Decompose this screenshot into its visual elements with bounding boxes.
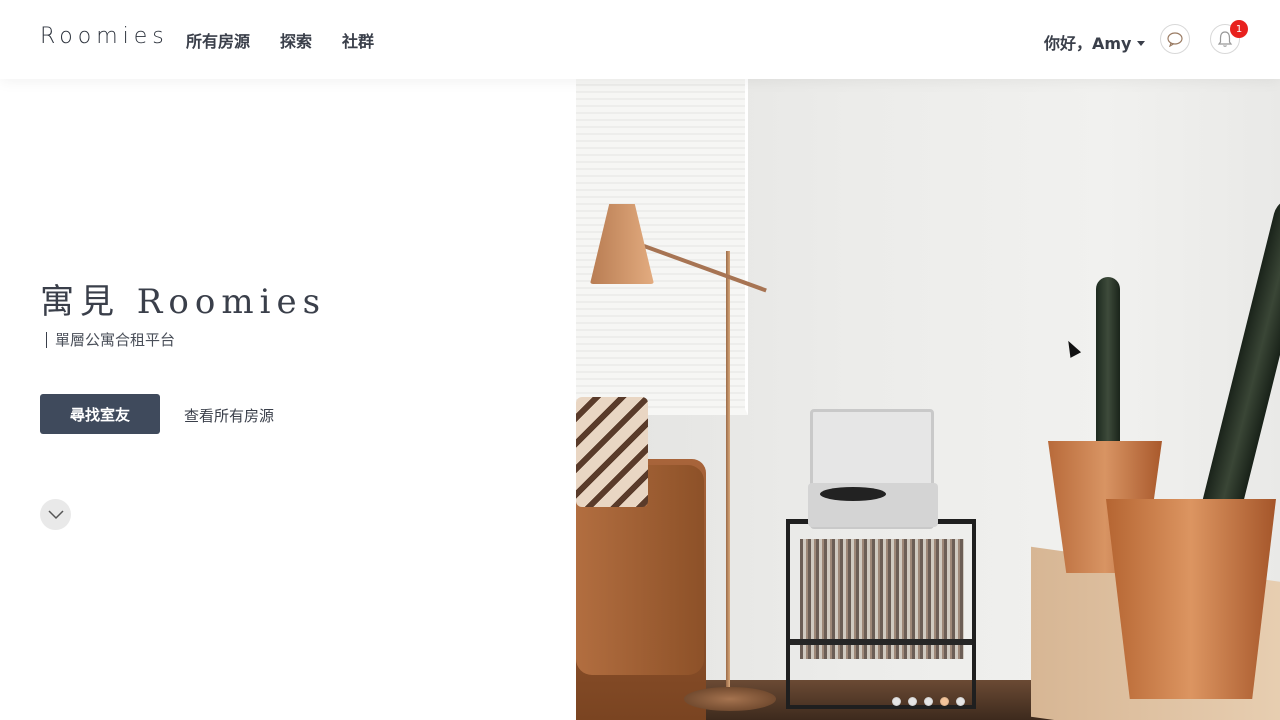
notification-badge: 1	[1230, 20, 1248, 38]
image-pot-large	[1106, 499, 1276, 699]
carousel-indicators	[892, 697, 965, 706]
chat-bubble-icon	[1167, 31, 1183, 47]
messages-button[interactable]	[1160, 24, 1190, 54]
image-lamp-pole	[726, 251, 730, 687]
carousel-dot[interactable]	[956, 697, 965, 706]
carousel-dot[interactable]	[892, 697, 901, 706]
logo[interactable]: Roomies	[40, 24, 169, 49]
carousel-dot[interactable]	[924, 697, 933, 706]
nav-all-listings[interactable]: 所有房源	[186, 28, 250, 52]
view-all-listings-link[interactable]: 查看所有房源	[184, 405, 274, 426]
image-lamp-base	[684, 687, 776, 711]
find-roommate-button[interactable]: 尋找室友	[40, 394, 160, 434]
hero-subtitle-text: 單層公寓合租平台	[55, 331, 176, 349]
image-cart	[786, 519, 976, 709]
carousel-dot[interactable]	[908, 697, 917, 706]
subtitle-divider	[46, 331, 47, 348]
image-cart-shelf	[790, 639, 972, 645]
image-cactus-small	[1096, 277, 1120, 447]
carousel-dot[interactable]	[940, 697, 949, 706]
top-header: Roomies 所有房源 探索 社群 你好，Amy 1	[0, 0, 1280, 79]
chevron-down-icon	[47, 509, 64, 519]
image-pillow	[576, 397, 648, 507]
hero-subtitle: 單層公寓合租平台	[46, 329, 175, 350]
hero-title: 寓見 Roomies	[40, 282, 327, 322]
scroll-down-button[interactable]	[40, 499, 71, 530]
nav-explore[interactable]: 探索	[280, 28, 312, 52]
main-nav: 所有房源 探索 社群	[186, 28, 374, 52]
user-menu-toggle[interactable]: 你好，Amy	[1044, 30, 1145, 54]
image-turntable-platter	[820, 487, 886, 501]
nav-community[interactable]: 社群	[342, 28, 374, 52]
caret-down-icon	[1136, 40, 1145, 46]
hero-carousel-image	[576, 79, 1280, 720]
user-greeting: 你好，Amy	[1044, 34, 1132, 53]
